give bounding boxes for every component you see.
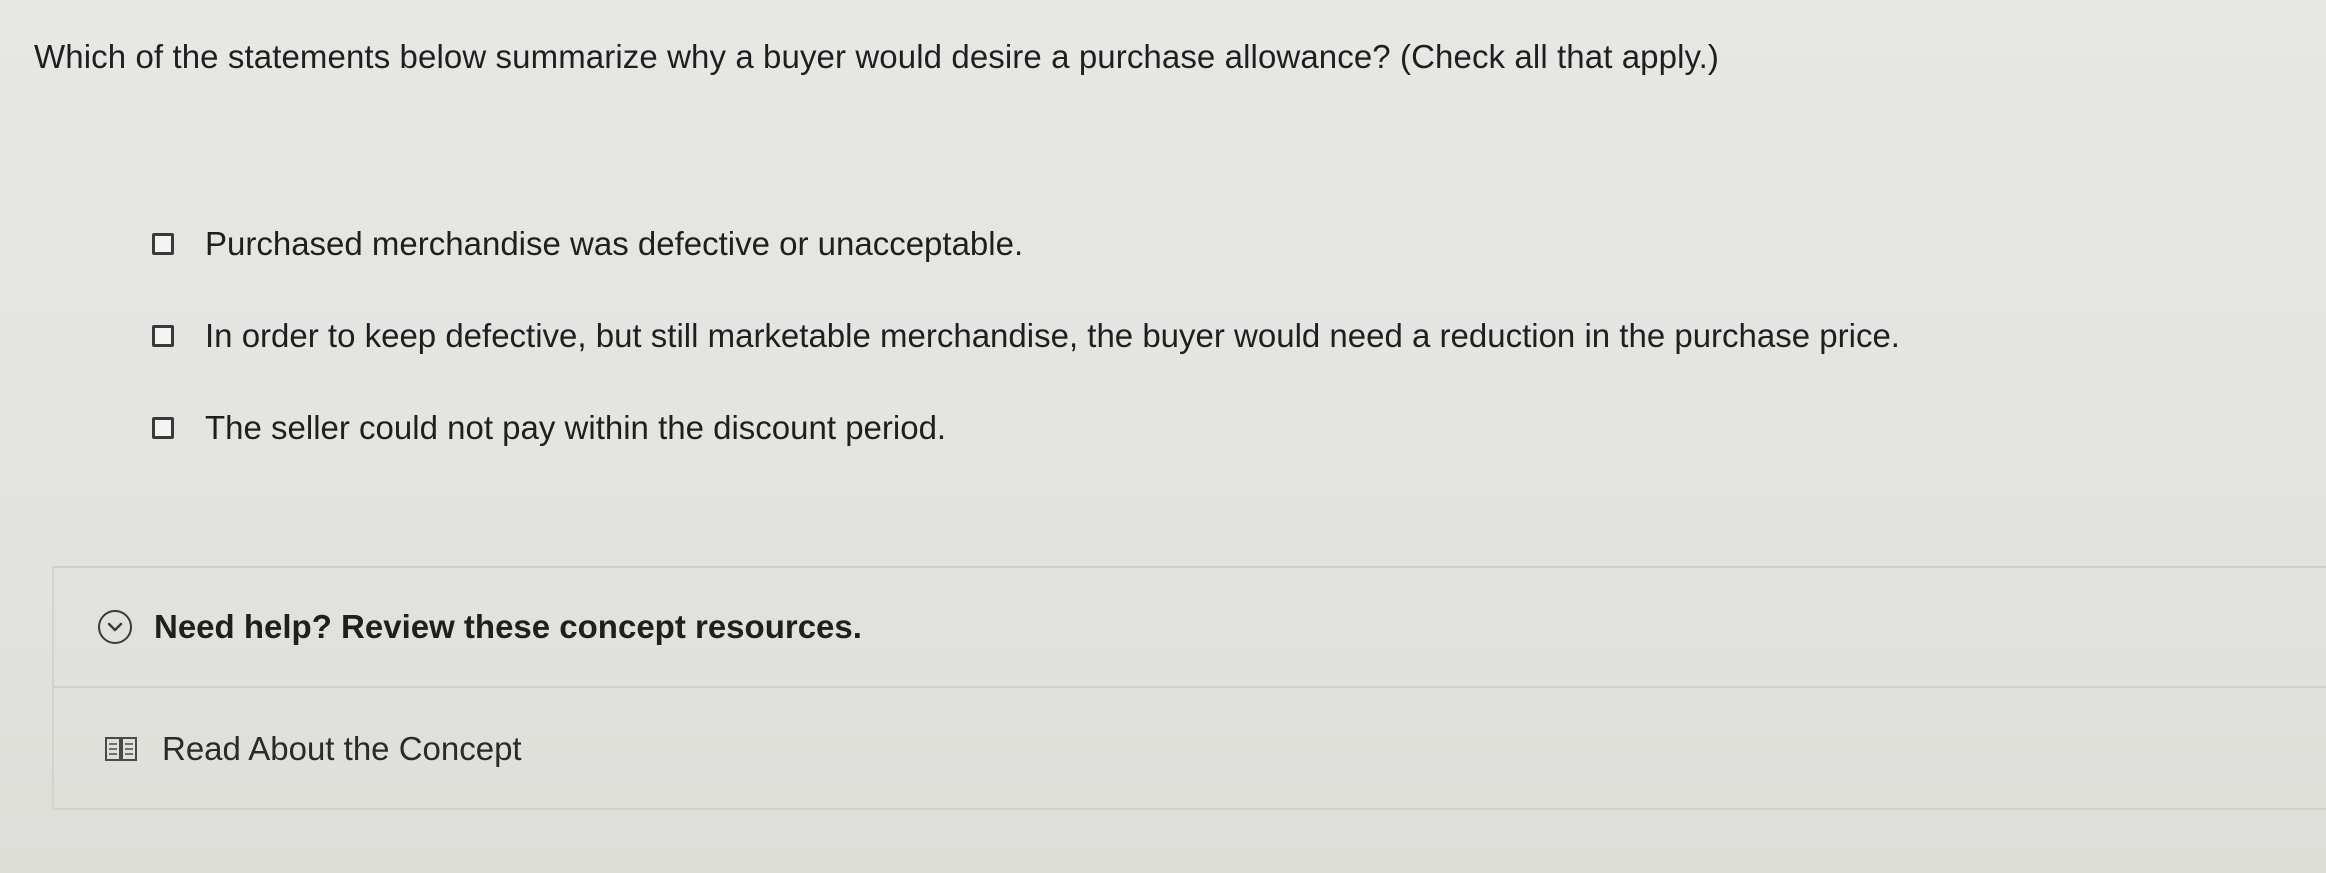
read-about-concept-link[interactable]: Read About the Concept	[162, 730, 522, 768]
option-1-checkbox[interactable]	[152, 233, 174, 255]
question-text: Which of the statements below summarize …	[34, 38, 1720, 75]
answer-options: Purchased merchandise was defective or u…	[152, 224, 1900, 500]
option-1[interactable]: Purchased merchandise was defective or u…	[152, 224, 1900, 264]
option-3-label[interactable]: The seller could not pay within the disc…	[205, 409, 946, 447]
option-3[interactable]: The seller could not pay within the disc…	[152, 408, 1900, 448]
resource-read-about-concept[interactable]: Read About the Concept	[54, 688, 2326, 810]
option-2[interactable]: In order to keep defective, but still ma…	[152, 316, 1900, 356]
concept-resources-panel: Need help? Review these concept resource…	[52, 566, 2326, 810]
option-2-checkbox[interactable]	[152, 325, 174, 347]
option-3-checkbox[interactable]	[152, 417, 174, 439]
concept-resources-title[interactable]: Need help? Review these concept resource…	[154, 608, 862, 646]
concept-resources-toggle[interactable]: Need help? Review these concept resource…	[54, 568, 2326, 688]
option-2-label[interactable]: In order to keep defective, but still ma…	[205, 317, 1900, 355]
option-1-label[interactable]: Purchased merchandise was defective or u…	[205, 225, 1023, 263]
book-icon	[104, 734, 138, 764]
chevron-down-circle-icon[interactable]	[98, 610, 132, 644]
